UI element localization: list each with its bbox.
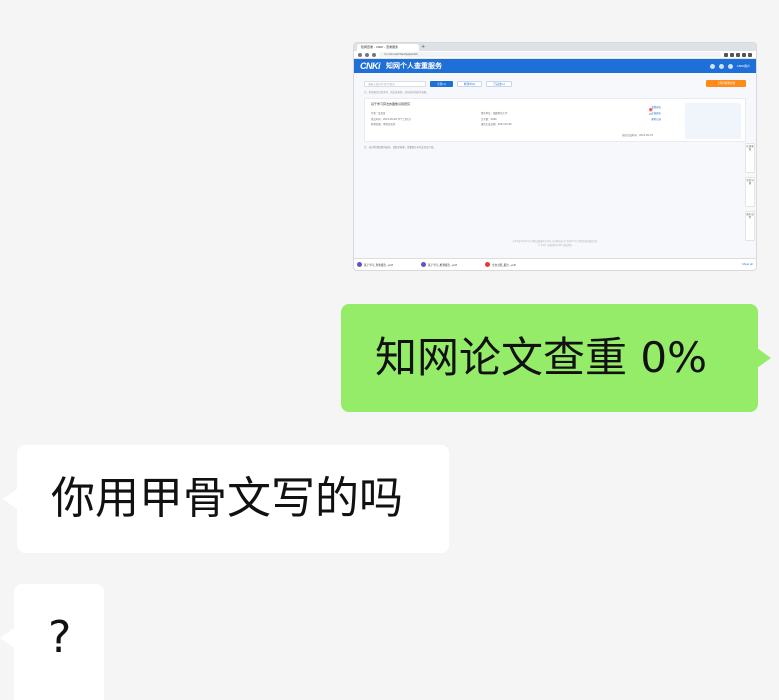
download-item[interactable]: 全文对照_报告...pdf [485,262,543,267]
user-avatar-icon[interactable] [727,63,733,69]
received-message-bubble[interactable]: 你用甲骨文写的吗 [17,445,449,553]
record-field: 提交时间：2021-05-06 (5个工作日) [371,117,411,121]
forward-icon[interactable] [365,52,369,57]
page-footer: 京ICP证040431号 网络出版服务许可证 (总)网出证(京)字第271号 经… [354,240,756,248]
extension-icon[interactable] [730,52,734,57]
extension-icons [724,52,752,57]
site-title: 知网个人查重服务 [386,62,442,70]
refresh-icon[interactable] [709,63,715,69]
tab-checking[interactable]: 检测中(0) [456,80,483,87]
record-field: 报告生成日期：2021-05-06 [481,123,512,126]
cnki-content: 请输入篇名/作者/关键词 全部(1) 检测中(0) 已完成(1) 上传待检测文档… [354,73,756,258]
download-item[interactable]: 基于学习_查重报告...pdf [357,262,415,267]
browser-tab[interactable]: 知网查重 - CNKI - 查重服务 [357,44,419,51]
pdf-icon [357,262,362,267]
download-bar: 基于学习_查重报告...pdf 基于学习_检测报告...pdf 全文对照_报告.… [354,258,756,270]
record-search-input[interactable]: 请输入篇名/作者/关键词 [364,80,426,87]
record-details: 作者：某某某 所在单位：福建师范大学 提交时间：2021-05-06 (5个工作… [371,111,581,126]
side-button-info[interactable]: 服务说明 [745,211,755,241]
browser-toolbar: cx.cnki.net/checkpaper/list [354,51,756,59]
record-card: 基于学习算法的图像识别研究 作者：某某某 所在单位：福建师范大学 提交时间：20… [364,98,746,142]
sent-message-bubble[interactable]: 知网论文查重 0% [341,304,758,412]
record-field: 文字数：5296 [481,117,497,121]
extension-icon[interactable] [736,52,740,57]
bubble-tail [757,348,771,368]
back-icon[interactable] [358,52,362,57]
extension-icon[interactable] [742,52,746,57]
user-label[interactable]: CNKI用户 [737,64,750,68]
download-item[interactable]: 基于学习_检测报告...pdf [421,262,479,267]
footer-line: © 2021 中国知网(CNKI) 版权所有 [537,244,573,247]
decorative-graphic [685,103,741,139]
extension-icon[interactable] [724,52,728,57]
bubble-tail [0,628,14,648]
cnki-logo[interactable]: CNKi [360,61,381,71]
download-filename: 基于学习_检测报告...pdf [428,263,457,267]
footnote-text: 注：如对检测结果有疑问，请联系客服；查重报告可在此页面下载。 [364,146,436,149]
show-all-link[interactable]: Show all [742,263,753,266]
cnki-header: CNKi 知网个人查重服务 CNKI用户 [354,59,756,73]
tab-all[interactable]: 全部(1) [430,80,453,87]
side-button-service[interactable]: 在线客服 [745,143,755,173]
delete-record-link[interactable]: 删除记录 [651,117,661,123]
tab-done[interactable]: 已完成(1) [486,80,512,87]
upload-button[interactable]: 上传待检测文档 [706,80,746,87]
image-message[interactable]: 知网查重 - CNKI - 查重服务 + cx.cnki.net/checkpa… [353,42,757,271]
pdf-icon [485,262,490,267]
pdf-icon [421,262,426,267]
side-button-faq[interactable]: 常见问题 [745,177,755,207]
record-field: 作者：某某某 [371,112,386,115]
report-date: 报告生成时间：2021-05-07 [622,134,653,137]
download-filename: 全文对照_报告...pdf [492,263,516,267]
record-field: 检测范围：本地库全部 [371,123,395,126]
new-tab-icon[interactable]: + [421,44,429,51]
record-actions: 查看报告 下载报告 删除记录 [651,105,661,123]
header-actions: CNKI用户 [709,63,750,69]
record-title[interactable]: 基于学习算法的图像识别研究 [371,102,739,106]
browser-tab-strip: 知网查重 - CNKI - 查重服务 + [354,43,756,51]
received-message-bubble[interactable]: ? [14,584,104,700]
record-field: 所在单位：福建师范大学 [481,112,508,115]
notice-text: 注：检测报告仅供参考，请妥善保管；如有疑问请联系客服。 [364,91,429,94]
reload-icon[interactable] [372,52,376,57]
record-toolbar: 请输入篇名/作者/关键词 全部(1) 检测中(0) 已完成(1) 上传待检测文档 [364,79,746,88]
bell-icon[interactable] [718,63,724,69]
address-bar[interactable]: cx.cnki.net/checkpaper/list [379,52,721,57]
bubble-tail [3,489,17,509]
download-filename: 基于学习_查重报告...pdf [364,263,393,267]
menu-icon[interactable] [748,52,752,57]
